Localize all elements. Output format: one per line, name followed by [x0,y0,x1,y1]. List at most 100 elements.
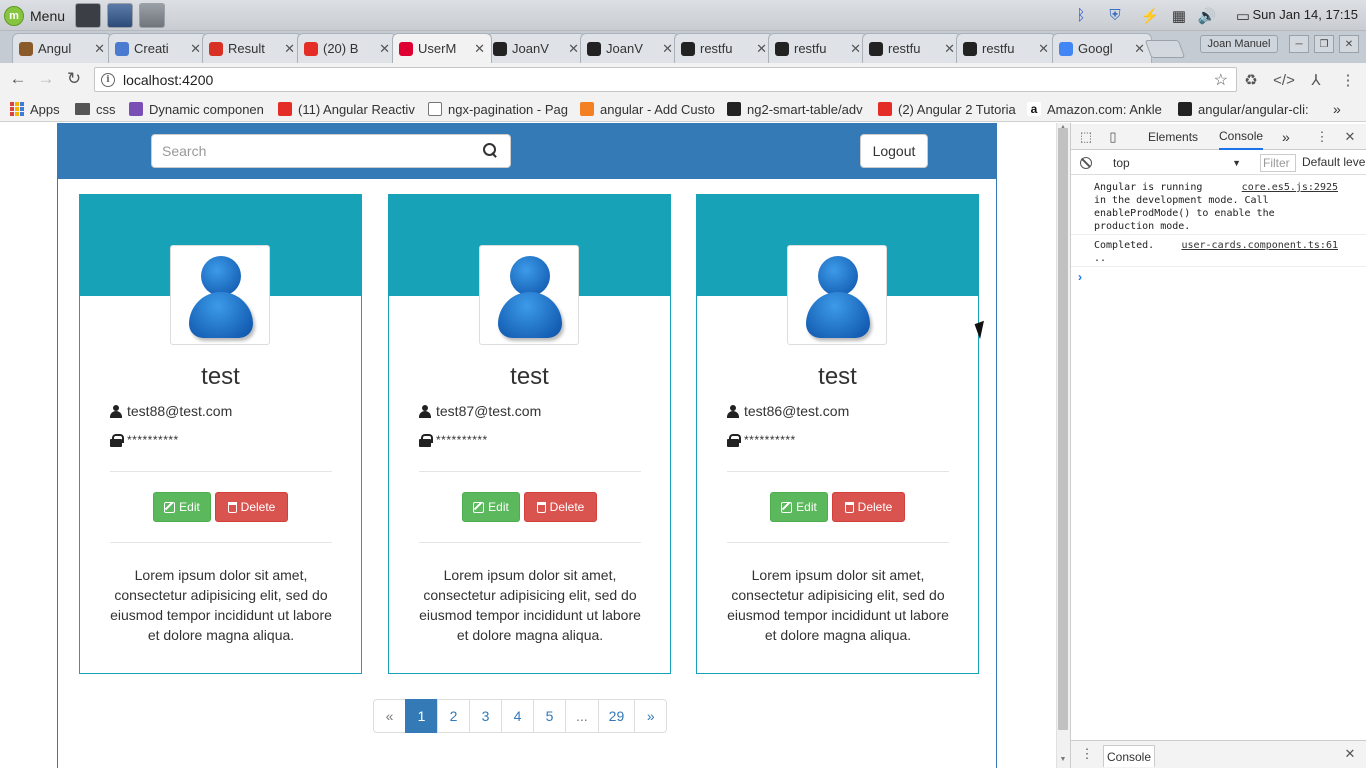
close-tab-icon[interactable]: ✕ [1134,41,1145,57]
console-source-link[interactable]: core.es5.js:2925 [1242,181,1338,194]
console-source-link[interactable]: user-cards.component.ts:61 [1181,239,1338,252]
scroll-down-icon[interactable]: ▼ [1058,756,1068,763]
file-manager-launcher-icon[interactable] [139,3,165,28]
pagination-page[interactable]: 2 [437,699,470,733]
bookmark-item[interactable]: ng2-smart-table/adv [727,99,872,119]
close-tab-icon[interactable]: ✕ [190,41,201,57]
bookmark-item[interactable]: angular - Add Custo [580,99,720,119]
recycle-extension-icon[interactable]: ♻ [1241,70,1261,90]
delete-button[interactable]: Delete [524,492,597,522]
console-filter-input[interactable]: Filter [1260,154,1296,172]
code-extension-icon[interactable]: </> [1273,70,1295,90]
close-tab-icon[interactable]: ✕ [94,41,105,57]
browser-tab[interactable]: restfu ✕ [862,33,962,63]
drawer-tab-console[interactable]: Console [1103,745,1155,767]
pagination-prev[interactable]: « [373,699,406,733]
delete-button[interactable]: Delete [215,492,288,522]
browser-tab[interactable]: JoanV ✕ [486,33,586,63]
scrollbar-thumb[interactable] [1058,128,1068,730]
browser-tab[interactable]: Result ✕ [202,33,302,63]
close-tab-icon[interactable]: ✕ [944,41,955,57]
drawer-menu-icon[interactable]: ⋮ [1078,745,1096,763]
close-window-icon[interactable]: ✕ [1339,35,1359,53]
bookmark-item[interactable]: Apps [10,99,65,119]
shield-update-icon[interactable]: ⛨ [1102,4,1128,27]
bookmark-star-icon[interactable]: ☆ [1214,70,1228,90]
drawer-close-icon[interactable]: ✕ [1341,745,1359,763]
maximize-window-icon[interactable]: ❐ [1314,35,1334,53]
devtools-tab-elements[interactable]: Elements [1148,124,1198,150]
browser-tab[interactable]: restfu ✕ [768,33,868,63]
devtools-more-tabs-icon[interactable]: » [1282,124,1290,150]
pagination-page[interactable]: 29 [597,699,636,733]
close-tab-icon[interactable]: ✕ [662,41,673,57]
log-levels-dropdown[interactable]: Default levels [1302,155,1366,169]
close-tab-icon[interactable]: ✕ [1038,41,1049,57]
os-clock[interactable]: Sun Jan 14, 17:15 [1252,7,1358,22]
device-toolbar-icon[interactable]: ▯ [1104,128,1122,146]
pagination-page[interactable]: 4 [501,699,534,733]
pagination-page[interactable]: 3 [469,699,502,733]
browser-tab[interactable]: restfu ✕ [956,33,1056,63]
logout-button[interactable]: Logout [860,134,928,168]
console-prompt[interactable]: › [1078,270,1082,284]
browser-tab[interactable]: Creati ✕ [108,33,208,63]
bluetooth-icon[interactable]: ᛒ [1070,4,1092,27]
close-tab-icon[interactable]: ✕ [850,41,861,57]
github-icon [1178,102,1192,116]
search-input[interactable] [162,143,482,159]
devtools-close-icon[interactable]: ✕ [1341,128,1359,146]
search-box[interactable] [151,134,511,168]
close-tab-icon[interactable]: ✕ [379,41,390,57]
accessibility-extension-icon[interactable]: ⅄ [1306,70,1326,90]
pagination-next[interactable]: » [634,699,668,733]
edit-button[interactable]: Edit [462,492,520,522]
os-menu-button[interactable]: m Menu [4,3,65,28]
browser-tab[interactable]: Googl ✕ [1052,33,1152,63]
search-icon[interactable] [482,142,500,160]
bookmark-item[interactable]: Dynamic componen [129,99,269,119]
delete-button[interactable]: Delete [832,492,905,522]
browser-tab[interactable]: UserM ✕ [392,33,492,63]
site-info-icon[interactable]: i [101,72,115,87]
forward-icon[interactable]: → [34,68,58,90]
volume-icon[interactable]: 🔊 [1195,4,1219,27]
terminal-launcher-icon[interactable] [75,3,101,28]
reload-icon[interactable]: ↻ [62,68,86,90]
devtools-tab-console[interactable]: Console [1219,124,1264,150]
edit-button[interactable]: Edit [770,492,828,522]
pagination-page[interactable]: 5 [533,699,566,733]
edit-button[interactable]: Edit [153,492,211,522]
network-icon[interactable]: ⚡ [1137,4,1163,27]
minimize-window-icon[interactable]: ─ [1289,35,1309,53]
bookmark-item[interactable]: css [75,99,123,119]
pagination-page[interactable]: 1 [405,699,438,733]
bookmark-item[interactable]: (2) Angular 2 Tutoria [878,99,1020,119]
profile-button[interactable]: Joan Manuel [1200,35,1278,53]
browser-tab[interactable]: (20) B ✕ [297,33,397,63]
bookmark-item[interactable]: angular/angular-cli: [1178,99,1328,119]
show-desktop-icon[interactable] [107,3,133,28]
close-tab-icon[interactable]: ✕ [284,41,295,57]
pagination-ellipsis[interactable]: ... [565,699,599,733]
browser-tab[interactable]: JoanV ✕ [580,33,680,63]
close-tab-icon[interactable]: ✕ [474,41,485,57]
browser-tab[interactable]: restfu ✕ [674,33,774,63]
browser-tab[interactable]: Angul ✕ [12,33,112,63]
clear-console-icon[interactable] [1080,157,1092,169]
more-bookmarks-icon[interactable]: » [1333,99,1341,119]
back-icon[interactable]: ← [6,68,30,90]
address-url[interactable]: localhost:4200 [123,72,213,88]
bookmark-item[interactable]: a Amazon.com: Ankle [1027,99,1172,119]
inspect-element-icon[interactable]: ⬚ [1077,128,1095,146]
close-tab-icon[interactable]: ✕ [568,41,579,57]
context-selector[interactable]: top ▼ [1105,152,1245,174]
address-bar[interactable]: i localhost:4200 ☆ [94,67,1237,92]
close-tab-icon[interactable]: ✕ [756,41,767,57]
new-tab-button[interactable] [1144,40,1186,58]
media-icon[interactable]: ▦ [1167,4,1191,27]
browser-menu-icon[interactable]: ⋮ [1338,70,1358,90]
bookmark-item[interactable]: ngx-pagination - Pag [428,99,573,119]
devtools-menu-icon[interactable]: ⋮ [1313,128,1331,146]
bookmark-item[interactable]: (11) Angular Reactiv [278,99,420,119]
